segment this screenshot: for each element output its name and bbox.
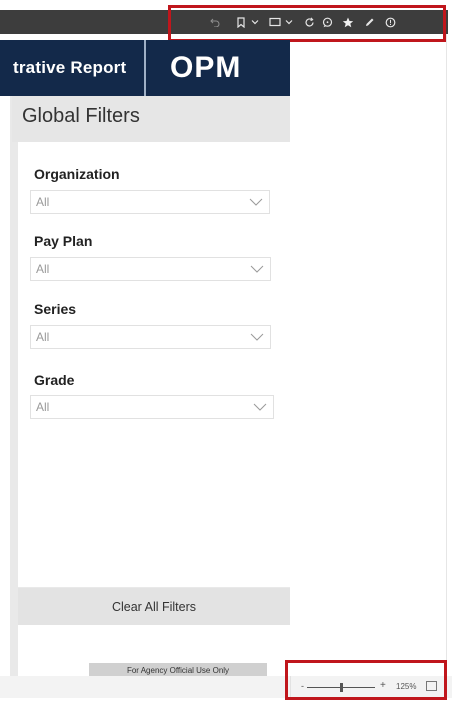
highlight-box-status xyxy=(285,660,447,700)
pay-plan-label: Pay Plan xyxy=(34,233,93,249)
grade-label: Grade xyxy=(34,372,75,388)
opm-logo: OPM xyxy=(170,52,241,84)
series-select[interactable]: All xyxy=(30,325,271,349)
chevron-down-icon xyxy=(249,198,263,206)
chevron-down-icon xyxy=(253,403,267,411)
grade-value: All xyxy=(36,400,50,414)
organization-value: All xyxy=(36,195,50,209)
report-title: trative Report xyxy=(13,58,127,77)
chevron-down-icon xyxy=(250,265,264,273)
series-value: All xyxy=(36,330,50,344)
chevron-down-icon xyxy=(250,333,264,341)
series-label: Series xyxy=(34,301,77,317)
grade-select[interactable]: All xyxy=(30,395,274,419)
page-edge-line xyxy=(446,34,447,676)
pay-plan-select[interactable]: All xyxy=(30,257,271,281)
clear-all-filters-button[interactable]: Clear All Filters xyxy=(18,588,290,625)
organization-label: Organization xyxy=(34,166,120,182)
organization-select[interactable]: All xyxy=(30,190,270,214)
header-divider xyxy=(144,40,146,96)
filters-title: Global Filters xyxy=(22,105,140,127)
opm-logo-text: OPM xyxy=(170,51,242,84)
highlight-box-toolbar xyxy=(168,5,446,42)
pay-plan-value: All xyxy=(36,262,50,276)
